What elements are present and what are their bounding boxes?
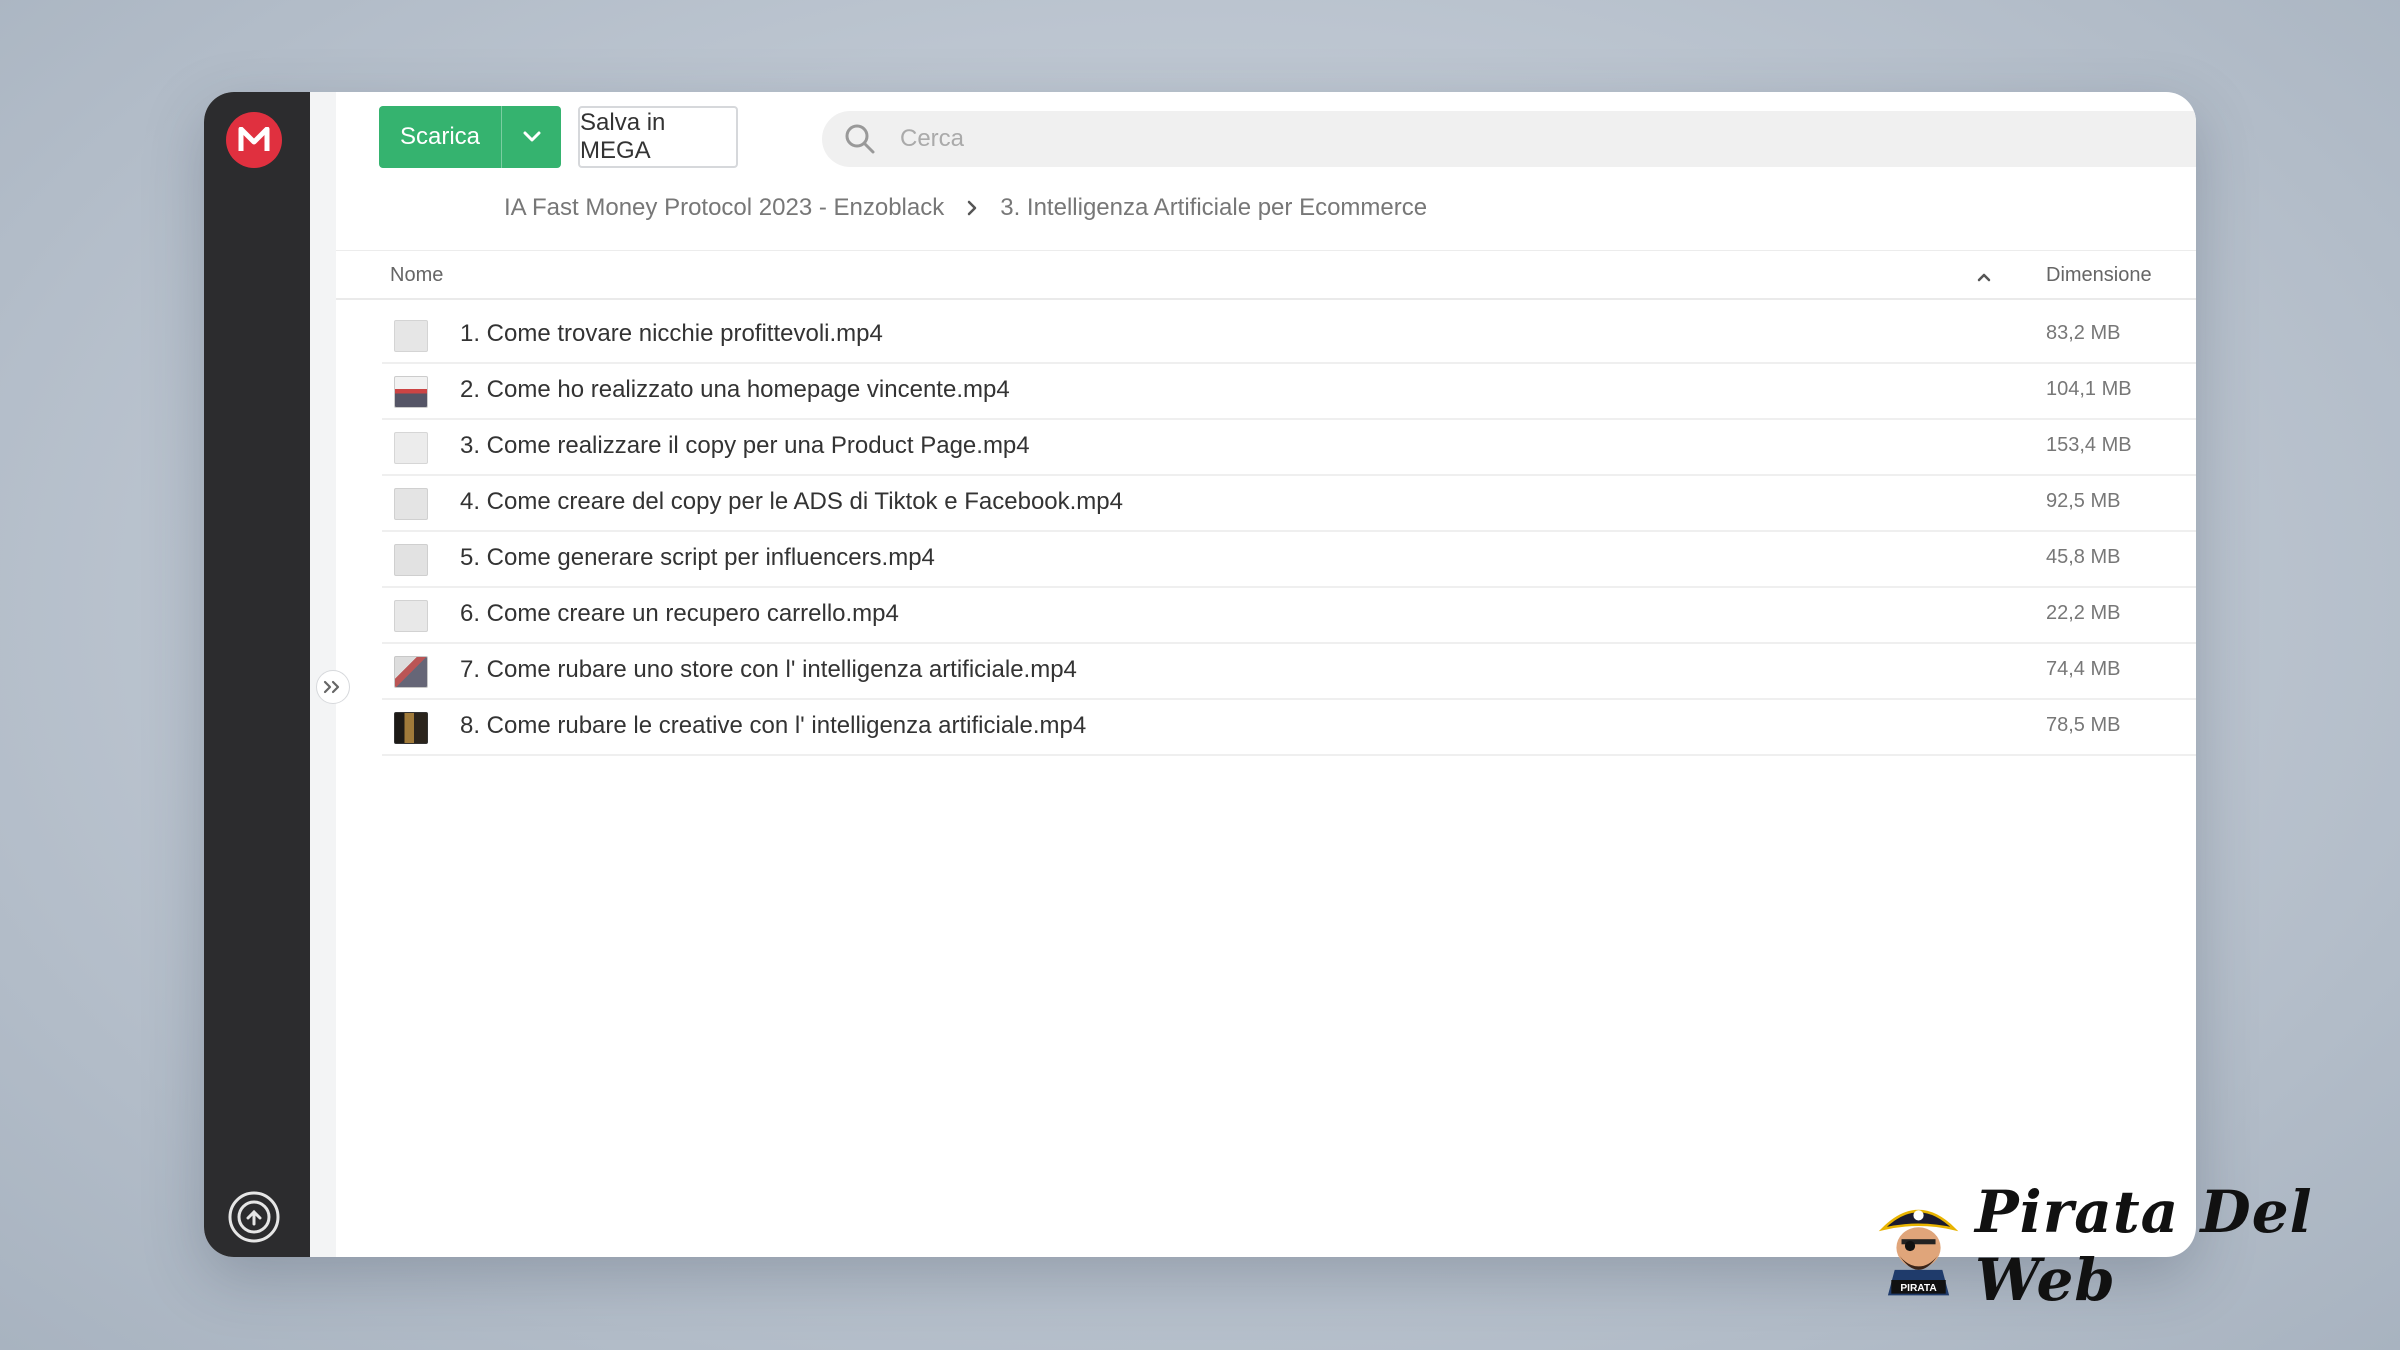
search-icon bbox=[842, 121, 878, 157]
file-size: 92,5 MB bbox=[2046, 490, 2121, 512]
table-row[interactable]: 2. Come ho realizzato una homepage vince… bbox=[382, 364, 2196, 420]
download-button[interactable]: Scarica bbox=[379, 106, 561, 168]
video-thumbnail-icon bbox=[394, 712, 428, 744]
search-bar[interactable] bbox=[822, 111, 2196, 167]
save-to-mega-button[interactable]: Salva in MEGA bbox=[578, 106, 738, 168]
file-name: 8. Come rubare le creative con l' intell… bbox=[460, 712, 1087, 739]
video-thumbnail-icon bbox=[394, 656, 428, 688]
table-row[interactable]: 3. Come realizzare il copy per una Produ… bbox=[382, 420, 2196, 476]
file-size: 78,5 MB bbox=[2046, 714, 2121, 736]
file-name: 1. Come trovare nicchie profittevoli.mp4 bbox=[460, 320, 883, 347]
download-button-label: Scarica bbox=[399, 123, 481, 150]
file-size: 104,1 MB bbox=[2046, 378, 2132, 400]
mega-window: Scarica Salva in MEGA IA Fast Money Prot… bbox=[204, 92, 2196, 1257]
sort-up-icon[interactable] bbox=[1976, 266, 1992, 289]
search-input[interactable] bbox=[898, 124, 2102, 154]
table-row[interactable]: 1. Come trovare nicchie profittevoli.mp4… bbox=[382, 308, 2196, 364]
mega-logo-icon[interactable] bbox=[226, 112, 282, 168]
table-row[interactable]: 7. Come rubare uno store con l' intellig… bbox=[382, 644, 2196, 700]
sync-icon[interactable] bbox=[226, 1189, 282, 1245]
file-size: 22,2 MB bbox=[2046, 602, 2121, 624]
file-size: 45,8 MB bbox=[2046, 546, 2121, 568]
file-list: 1. Come trovare nicchie profittevoli.mp4… bbox=[382, 308, 2196, 756]
file-size: 74,4 MB bbox=[2046, 658, 2121, 680]
video-thumbnail-icon bbox=[394, 544, 428, 576]
video-thumbnail-icon bbox=[394, 432, 428, 464]
column-header-size[interactable]: Dimensione bbox=[2046, 264, 2152, 287]
table-header: Nome Dimensione Tipo bbox=[336, 254, 2196, 300]
file-size: 83,2 MB bbox=[2046, 322, 2121, 344]
file-size: 153,4 MB bbox=[2046, 434, 2132, 456]
breadcrumb-item-root[interactable]: IA Fast Money Protocol 2023 - Enzoblack bbox=[504, 194, 944, 222]
table-row[interactable]: 6. Come creare un recupero carrello.mp4 … bbox=[382, 588, 2196, 644]
brand-name: Pirata Del Web bbox=[1975, 1178, 2313, 1314]
brand-watermark: PIRATA Pirata Del Web bbox=[1876, 1178, 2400, 1314]
breadcrumb-item-current[interactable]: 3. Intelligenza Artificiale per Ecommerc… bbox=[1000, 194, 1427, 222]
expand-icon[interactable] bbox=[316, 670, 350, 704]
table-row[interactable]: 8. Come rubare le creative con l' intell… bbox=[382, 700, 2196, 756]
chevron-right-icon bbox=[966, 200, 978, 216]
video-thumbnail-icon bbox=[394, 320, 428, 352]
video-thumbnail-icon bbox=[394, 600, 428, 632]
file-name: 2. Come ho realizzato una homepage vince… bbox=[460, 376, 1010, 403]
table-row[interactable]: 4. Come creare del copy per le ADS di Ti… bbox=[382, 476, 2196, 532]
column-header-name[interactable]: Nome bbox=[390, 264, 443, 287]
file-name: 6. Come creare un recupero carrello.mp4 bbox=[460, 600, 899, 627]
brand-badge: PIRATA bbox=[1900, 1283, 1937, 1294]
video-thumbnail-icon bbox=[394, 488, 428, 520]
chevron-down-icon[interactable] bbox=[502, 131, 561, 143]
divider bbox=[336, 250, 2196, 251]
video-thumbnail-icon bbox=[394, 376, 428, 408]
sidebar bbox=[204, 92, 310, 1257]
file-name: 5. Come generare script per influencers.… bbox=[460, 544, 935, 571]
file-name: 4. Come creare del copy per le ADS di Ti… bbox=[460, 488, 1123, 515]
pirate-mascot-icon: PIRATA bbox=[1878, 1209, 1959, 1296]
file-name: 7. Come rubare uno store con l' intellig… bbox=[460, 656, 1077, 683]
table-row[interactable]: 5. Come generare script per influencers.… bbox=[382, 532, 2196, 588]
file-name: 3. Come realizzare il copy per una Produ… bbox=[460, 432, 1030, 459]
breadcrumb: IA Fast Money Protocol 2023 - Enzoblack … bbox=[504, 188, 1427, 228]
